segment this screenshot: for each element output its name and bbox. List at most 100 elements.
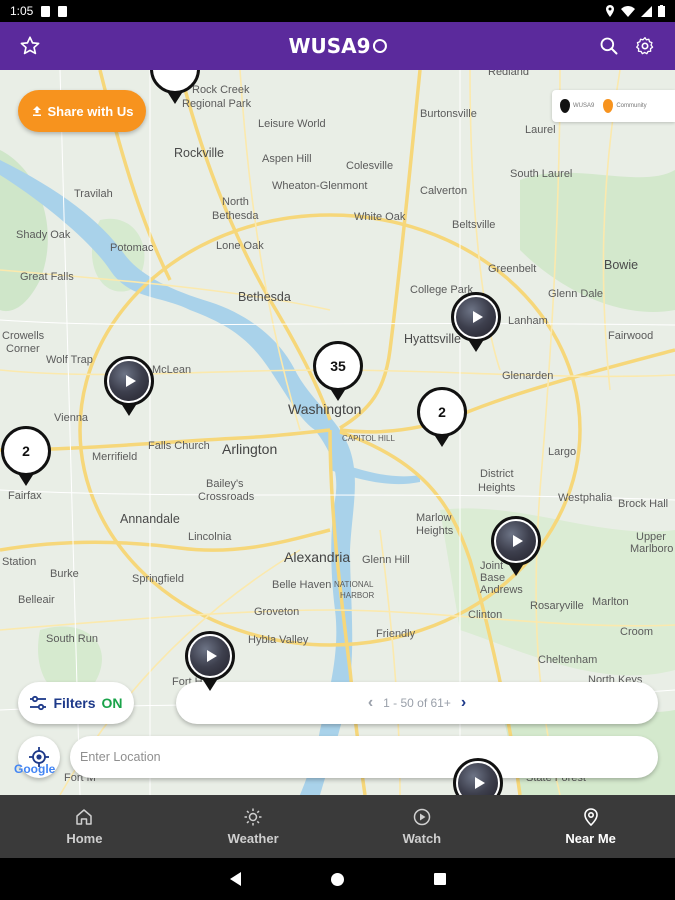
place-label: Wheaton-Glenmont: [272, 180, 368, 192]
place-label: North: [222, 196, 249, 208]
star-icon: [20, 36, 40, 55]
status-bar: 1:05: [0, 0, 675, 22]
filters-state: ON: [101, 695, 123, 711]
map-view[interactable]: Rock Creek Regional Park Redland Burtons…: [0, 70, 675, 795]
notification-icon: [41, 5, 51, 17]
cluster-pin[interactable]: 2: [1, 426, 51, 486]
place-label: Fairfax: [8, 490, 42, 502]
place-label: Marlow: [416, 512, 452, 524]
nav-watch[interactable]: Watch: [338, 795, 507, 858]
cluster-pin[interactable]: 2: [417, 387, 467, 447]
place-label: Rockville: [174, 146, 225, 160]
recents-button[interactable]: [433, 873, 446, 885]
place-label: Largo: [548, 446, 577, 458]
place-label: Marlboro: [630, 543, 674, 555]
place-label: Glenn Hill: [362, 554, 410, 566]
wusa-pin-icon: [560, 99, 570, 113]
place-label: Glenarden: [502, 370, 554, 382]
place-label: Belleair: [18, 594, 55, 606]
place-label: Rock Creek: [192, 84, 250, 96]
place-label: Greenbelt: [488, 263, 537, 275]
place-label: Travilah: [74, 188, 113, 200]
results-count: 1 - 50 of 61+: [383, 696, 451, 710]
settings-button[interactable]: [631, 32, 659, 60]
favorite-button[interactable]: [16, 32, 44, 60]
battery-icon: [658, 5, 665, 17]
place-label: Bailey's: [206, 478, 244, 490]
cluster-count: 2: [417, 387, 467, 437]
place-label: Regional Park: [182, 98, 252, 110]
video-pin[interactable]: [185, 631, 235, 691]
video-thumbnail: [451, 292, 501, 342]
place-label: Laurel: [525, 124, 556, 136]
place-label: Aspen Hill: [262, 153, 312, 165]
nav-near-me[interactable]: Near Me: [506, 795, 675, 858]
search-button[interactable]: [595, 32, 623, 60]
google-attribution: Google: [14, 762, 56, 776]
place-label: Bethesda: [212, 210, 259, 222]
legend-wusa-label: WUSA9: [573, 103, 595, 109]
nav-weather[interactable]: Weather: [169, 795, 338, 858]
location-input[interactable]: [70, 736, 658, 778]
filters-button[interactable]: Filters ON: [18, 682, 134, 724]
place-label: Great Falls: [20, 271, 74, 283]
place-label: Groveton: [254, 606, 300, 618]
place-label: Lincolnia: [188, 531, 232, 543]
place-label: Calverton: [420, 185, 468, 197]
place-label: White Oak: [354, 211, 406, 223]
app-bar: WUSA9: [0, 22, 675, 70]
play-circle-icon: [413, 808, 431, 825]
cluster-count: 35: [313, 341, 363, 391]
place-label: Cheltenham: [538, 654, 598, 666]
place-label: Potomac: [110, 242, 154, 254]
place-label: Washington: [288, 401, 362, 417]
signal-icon: [641, 5, 652, 17]
community-pin-icon: [603, 99, 614, 113]
video-thumbnail: [104, 356, 154, 406]
place-label: Bethesda: [238, 290, 291, 304]
place-label: Vienna: [54, 412, 89, 424]
place-label: South Laurel: [510, 168, 573, 180]
logo-ring: [372, 39, 387, 53]
cluster-pin[interactable]: 35: [313, 341, 363, 401]
place-label: Crossroads: [198, 491, 255, 503]
place-label: Leisure World: [258, 118, 326, 130]
home-button[interactable]: [330, 872, 344, 886]
place-label: District: [480, 468, 514, 480]
place-label: Wolf Trap: [46, 354, 93, 366]
nav-label: Watch: [402, 830, 442, 846]
prev-page-button[interactable]: ‹: [368, 694, 373, 712]
status-time: 1:05: [10, 4, 34, 18]
place-label: Corner: [6, 343, 40, 355]
share-with-us-button[interactable]: Share with Us: [18, 90, 146, 132]
home-icon: [76, 808, 93, 825]
place-label: Hybla Valley: [248, 634, 309, 646]
nav-home[interactable]: Home: [0, 795, 169, 858]
place-label: Lanham: [508, 315, 548, 327]
nav-label: Near Me: [565, 830, 616, 846]
place-label: Croom: [620, 626, 654, 638]
next-page-button[interactable]: ›: [461, 694, 466, 712]
video-pin[interactable]: [104, 356, 154, 416]
place-label: Merrifield: [92, 451, 138, 463]
wifi-icon: [621, 5, 635, 17]
gear-icon: [636, 37, 654, 55]
sd-card-icon: [58, 5, 68, 17]
map-legend: WUSA9 Community: [552, 90, 675, 122]
place-label: NATIONAL: [334, 580, 374, 589]
video-pin[interactable]: [150, 70, 200, 104]
place-label: Colesville: [346, 160, 394, 172]
sliders-icon: [30, 695, 47, 711]
place-label: Marlton: [592, 596, 629, 608]
filters-label: Filters: [53, 695, 96, 711]
place-label: Rosaryville: [530, 600, 584, 612]
video-pin[interactable]: [451, 292, 501, 352]
sun-icon: [244, 808, 262, 825]
back-button[interactable]: [229, 872, 241, 886]
video-thumbnail: [185, 631, 235, 681]
share-label: Share with Us: [47, 103, 134, 119]
video-pin[interactable]: [491, 516, 541, 576]
place-label: Bowie: [604, 258, 639, 272]
place-label: Lone Oak: [216, 240, 264, 252]
place-label: Clinton: [468, 609, 503, 621]
